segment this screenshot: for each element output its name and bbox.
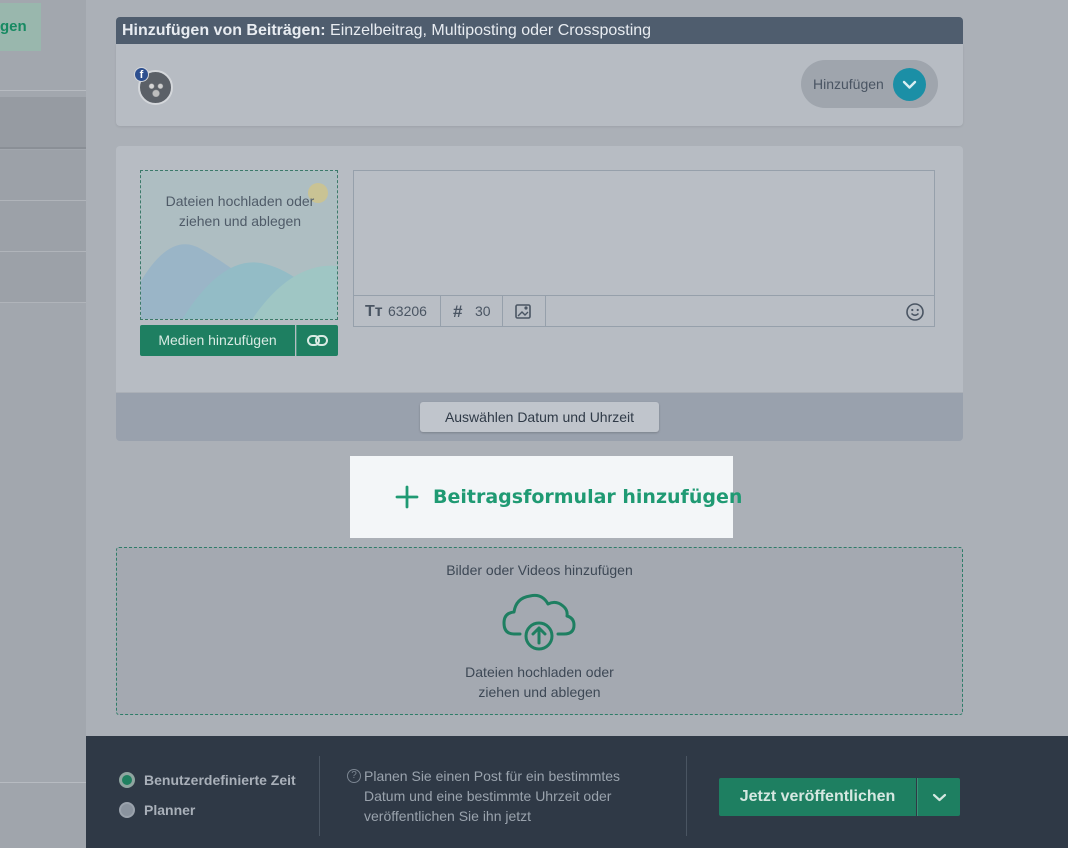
link-icon[interactable] <box>296 325 338 356</box>
footer-divider <box>686 756 687 836</box>
select-date-time-button[interactable]: Auswählen Datum und Uhrzeit <box>420 402 659 432</box>
radio-custom-time[interactable] <box>119 772 135 788</box>
schedule-help-text: Planen Sie einen Post für ein bestimmtes… <box>364 766 644 826</box>
sidebar-partial-button[interactable]: gen <box>0 3 41 51</box>
hashtag-counter[interactable]: # 30 <box>441 296 503 327</box>
emoji-icon[interactable] <box>905 302 925 322</box>
header-title-bold: Hinzufügen von Beiträgen: <box>122 22 326 39</box>
facebook-icon: f <box>134 67 149 82</box>
dropzone-text: Dateien hochladen oder ziehen und ablege… <box>141 191 337 231</box>
radio-planner[interactable] <box>119 802 135 818</box>
footer-divider <box>319 756 320 836</box>
radio-planner-label[interactable]: Planner <box>144 802 195 818</box>
char-counter: Tт 63206 <box>353 296 441 327</box>
sidebar-item[interactable] <box>0 252 86 303</box>
chevron-down-icon[interactable] <box>917 778 960 816</box>
bulk-media-text-line: Dateien hochladen oder <box>465 664 614 680</box>
sidebar-item[interactable] <box>0 201 86 252</box>
bulk-media-text-line: ziehen und ablegen <box>478 684 601 700</box>
plus-icon <box>394 484 420 510</box>
help-text-line: veröffentlichen Sie ihn jetzt <box>364 808 532 824</box>
sidebar-item[interactable] <box>0 150 86 201</box>
dropzone-text-line: Dateien hochladen oder <box>165 193 315 209</box>
sidebar-divider <box>0 90 86 91</box>
add-post-form-label: Beitragsformular hinzufügen <box>433 486 743 508</box>
sidebar: gen <box>0 0 86 848</box>
sidebar-bottom-area <box>0 782 86 848</box>
help-icon[interactable]: ? <box>347 769 361 783</box>
hashtag-icon: # <box>453 302 463 321</box>
header-title-rest: Einzelbeitrag, Multiposting oder Crosspo… <box>330 22 652 39</box>
media-dropzone[interactable]: Dateien hochladen oder ziehen und ablege… <box>140 170 338 320</box>
help-text-line: Datum und eine bestimmte Uhrzeit oder <box>364 788 612 804</box>
hashtag-count-value: 30 <box>475 303 491 319</box>
publish-now-button[interactable]: Jetzt veröffentlichen <box>719 778 916 816</box>
text-size-icon: Tт <box>365 303 383 320</box>
bulk-media-title: Bilder oder Videos hinzufügen <box>446 562 633 578</box>
cloud-upload-icon <box>500 588 578 654</box>
add-account-label: Hinzufügen <box>813 76 884 92</box>
add-posts-header: Hinzufügen von Beiträgen: Einzelbeitrag,… <box>116 17 963 44</box>
bulk-media-text: Dateien hochladen oder ziehen und ablege… <box>116 662 963 702</box>
add-media-button[interactable]: Medien hinzufügen <box>140 325 295 356</box>
image-edit-icon[interactable] <box>503 296 546 327</box>
chevron-down-icon[interactable] <box>893 68 926 101</box>
sidebar-item-selected[interactable] <box>0 97 86 149</box>
dropzone-text-line: ziehen und ablegen <box>178 213 302 229</box>
radio-custom-time-label[interactable]: Benutzerdefinierte Zeit <box>144 772 296 788</box>
char-count-value: 63206 <box>388 303 427 319</box>
help-text-line: Planen Sie einen Post für ein bestimmtes <box>364 768 621 784</box>
